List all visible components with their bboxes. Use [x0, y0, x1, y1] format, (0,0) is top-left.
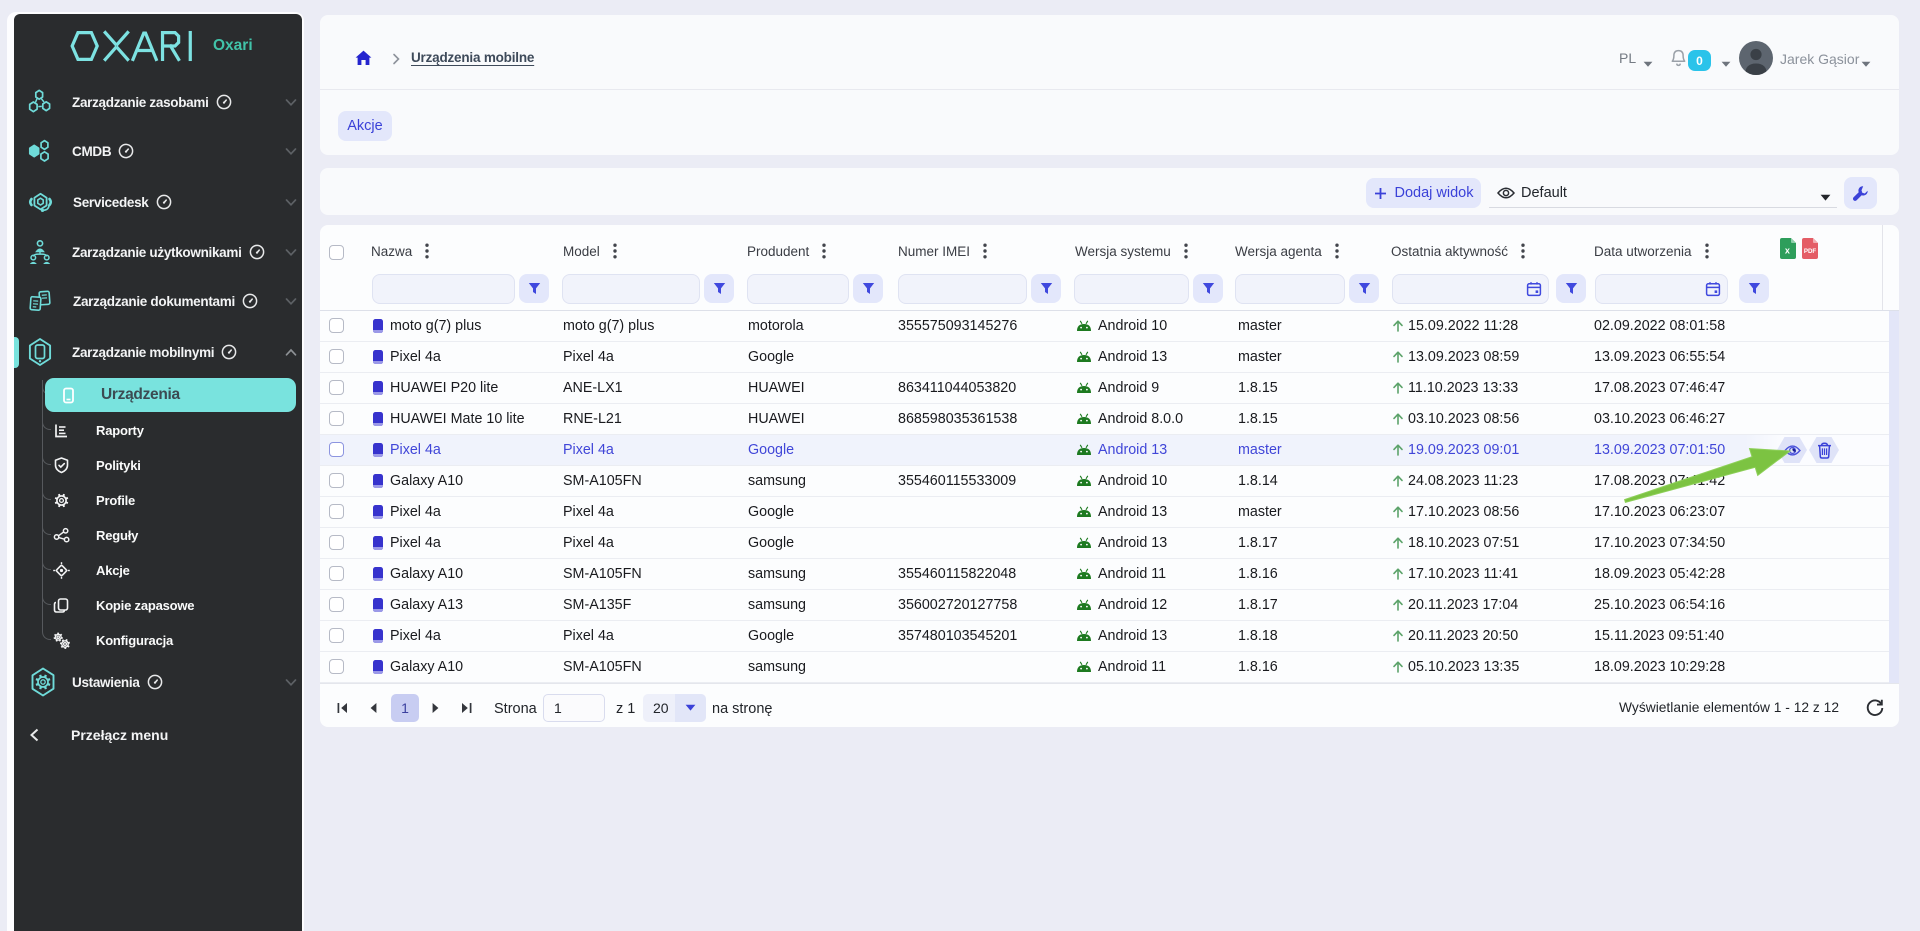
svg-text:x: x	[1785, 246, 1790, 256]
svg-text:PDF: PDF	[1804, 248, 1817, 255]
